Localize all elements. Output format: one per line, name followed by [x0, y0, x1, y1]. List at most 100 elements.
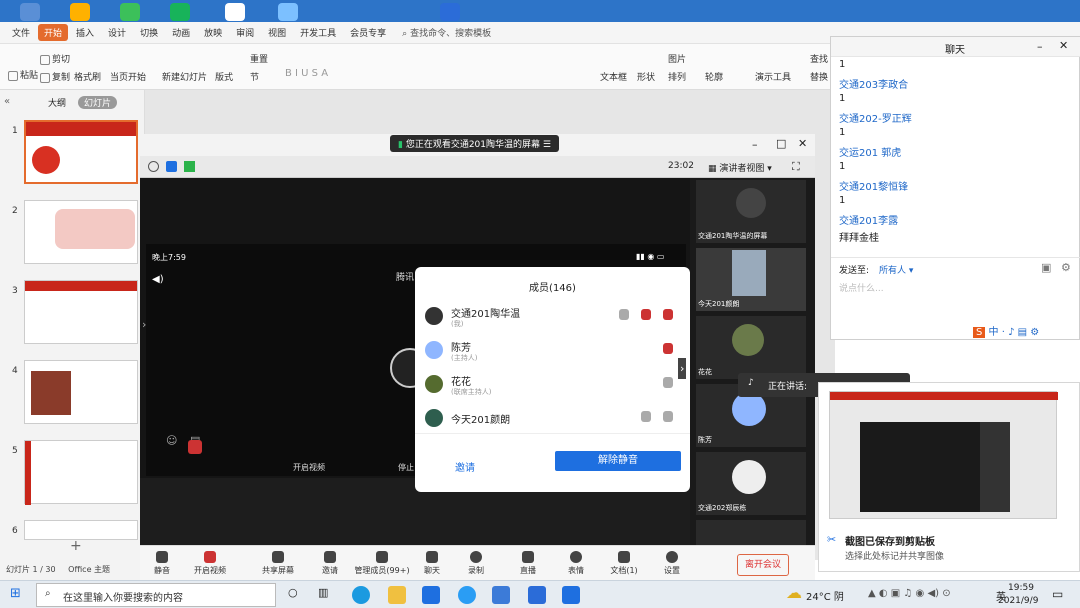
- info-icon[interactable]: [148, 161, 159, 172]
- cortana-icon[interactable]: ○: [288, 586, 298, 599]
- file-menu[interactable]: 文件: [6, 24, 36, 41]
- record-button[interactable]: 录制: [454, 551, 498, 576]
- screenshot-notification[interactable]: 截图已保存到剪贴板 选择此处标记并共享图像 ✂: [818, 382, 1080, 572]
- desktop-icon[interactable]: [225, 3, 245, 21]
- presentation-tools-button[interactable]: 演示工具: [755, 70, 791, 83]
- live-button[interactable]: 直播: [506, 551, 550, 576]
- tab-member[interactable]: 会员专享: [344, 24, 392, 41]
- tab-outline[interactable]: 大纲: [48, 96, 66, 109]
- taskbar-search-input[interactable]: ⌕ 在这里输入你要搜索的内容: [36, 583, 276, 607]
- tab-developer[interactable]: 开发工具: [294, 24, 342, 41]
- invite-button[interactable]: 邀请: [455, 459, 475, 474]
- tab-home[interactable]: 开始: [38, 24, 69, 41]
- image-icon[interactable]: ▣: [1041, 261, 1051, 274]
- mic-muted-icon[interactable]: [641, 309, 651, 320]
- mic-muted-icon[interactable]: [663, 343, 673, 354]
- tray-icons[interactable]: ▲ ◐ ▣ ♫ ◉ ◀) ⊙: [868, 588, 951, 599]
- start-from-current-button[interactable]: 当页开始: [110, 70, 146, 83]
- qq-icon[interactable]: [458, 586, 476, 604]
- emoji-icon[interactable]: ☺: [166, 434, 177, 447]
- documents-button[interactable]: 文档(1): [602, 551, 646, 576]
- layout-button[interactable]: 版式: [215, 70, 233, 83]
- reset-button[interactable]: 重置: [250, 52, 268, 65]
- settings-icon[interactable]: ⚙: [1061, 261, 1071, 274]
- notification-center-icon[interactable]: ▭: [1052, 587, 1063, 601]
- close-icon[interactable]: ✕: [798, 137, 807, 150]
- desktop-icon[interactable]: [170, 3, 190, 21]
- stage-stop-label[interactable]: 停止: [398, 462, 414, 473]
- slide-thumbnail-5[interactable]: [24, 440, 138, 505]
- close-icon[interactable]: ✕: [1059, 39, 1068, 52]
- fullscreen-icon[interactable]: ⛶: [792, 160, 800, 174]
- tab-design[interactable]: 设计: [102, 24, 132, 41]
- participant-tile[interactable]: 交通201陶华温的屏幕: [696, 180, 806, 243]
- slide-thumbnail-3[interactable]: [24, 280, 138, 344]
- add-slide-icon[interactable]: +: [70, 538, 82, 554]
- participant-tile[interactable]: 花花: [696, 316, 806, 379]
- participant-tile[interactable]: 交通202郑辰栋: [696, 452, 806, 515]
- tab-review[interactable]: 审阅: [230, 24, 260, 41]
- share-screen-button[interactable]: 共享屏幕: [256, 551, 300, 576]
- find-button[interactable]: 查找: [810, 52, 828, 65]
- slide-thumbnail-2[interactable]: [24, 200, 138, 264]
- weather-text[interactable]: 24°C 阴: [806, 588, 844, 603]
- ime-toolbar[interactable]: S 中 · ♪ ▤ ⚙: [973, 323, 1077, 339]
- tab-slideshow[interactable]: 放映: [198, 24, 228, 41]
- replace-button[interactable]: 替换: [810, 70, 828, 83]
- slide-thumbnail-6[interactable]: [24, 520, 138, 540]
- maximize-icon[interactable]: □: [776, 137, 786, 150]
- picture-button[interactable]: 图片: [668, 52, 686, 65]
- send-to-dropdown[interactable]: 所有人 ▾: [879, 263, 913, 276]
- tencent-meeting-icon[interactable]: [562, 586, 580, 604]
- chat-input[interactable]: 说点什么...: [839, 281, 884, 294]
- participant-tile[interactable]: 今天201颜朗: [696, 248, 806, 311]
- desktop-icon[interactable]: [120, 3, 140, 21]
- tab-view[interactable]: 视图: [262, 24, 292, 41]
- app-icon[interactable]: [492, 586, 510, 604]
- shape-button[interactable]: 形状: [637, 70, 655, 83]
- clock-time[interactable]: 19:59: [1008, 583, 1034, 593]
- mute-button[interactable]: 静音: [140, 551, 184, 576]
- member-row[interactable]: 花花 (联席主持人): [423, 371, 681, 403]
- outline-button[interactable]: 轮廓: [705, 70, 723, 83]
- mic-icon[interactable]: [188, 440, 202, 454]
- expand-left-icon[interactable]: ›: [142, 318, 146, 331]
- tab-transition[interactable]: 切换: [134, 24, 164, 41]
- tab-insert[interactable]: 插入: [70, 24, 100, 41]
- slide-thumbnail-4[interactable]: [24, 360, 138, 424]
- copy-button[interactable]: 复制: [40, 70, 70, 83]
- unmute-all-button[interactable]: 解除静音: [555, 451, 681, 471]
- stage-video-label[interactable]: 开启视频: [293, 462, 325, 473]
- collapse-panel-icon[interactable]: «: [4, 96, 10, 107]
- tab-animation[interactable]: 动画: [166, 24, 196, 41]
- settings-button[interactable]: 设置: [650, 551, 694, 576]
- invite-toolbar-button[interactable]: 邀请: [308, 551, 352, 576]
- desktop-icon[interactable]: [70, 3, 90, 21]
- wps-icon[interactable]: [528, 586, 546, 604]
- member-row[interactable]: 交通201陶华温 (我): [423, 303, 681, 335]
- arrange-button[interactable]: 排列: [668, 70, 686, 83]
- windows-start-icon[interactable]: ⊞: [10, 586, 21, 601]
- camera-icon[interactable]: [663, 411, 673, 422]
- desktop-icon[interactable]: [20, 3, 40, 21]
- mic-icon[interactable]: [641, 411, 651, 422]
- task-view-icon[interactable]: ▥: [318, 586, 328, 599]
- clock-date[interactable]: 2021/9/9: [998, 596, 1038, 606]
- textbox-button[interactable]: 文本框: [600, 70, 627, 83]
- minimize-icon[interactable]: –: [1037, 40, 1043, 53]
- member-row[interactable]: 陈芳 (主持人): [423, 337, 681, 369]
- mail-icon[interactable]: [422, 586, 440, 604]
- chat-button[interactable]: 聊天: [410, 551, 454, 576]
- command-search[interactable]: ⌕ 查找命令、搜索模板: [402, 26, 491, 39]
- minimize-icon[interactable]: –: [752, 138, 758, 151]
- menu-icon[interactable]: ☰: [543, 140, 551, 150]
- manage-members-button[interactable]: 管理成员(99+): [350, 551, 414, 576]
- format-painter-button[interactable]: 格式刷: [74, 70, 101, 83]
- edge-icon[interactable]: [352, 586, 370, 604]
- shield-icon[interactable]: [166, 161, 177, 172]
- desktop-icon[interactable]: [278, 3, 298, 21]
- collapse-right-icon[interactable]: ›: [678, 358, 687, 379]
- section-button[interactable]: 节: [250, 70, 259, 83]
- video-button[interactable]: 开启视频: [188, 551, 232, 576]
- emoji-button[interactable]: 表情: [554, 551, 598, 576]
